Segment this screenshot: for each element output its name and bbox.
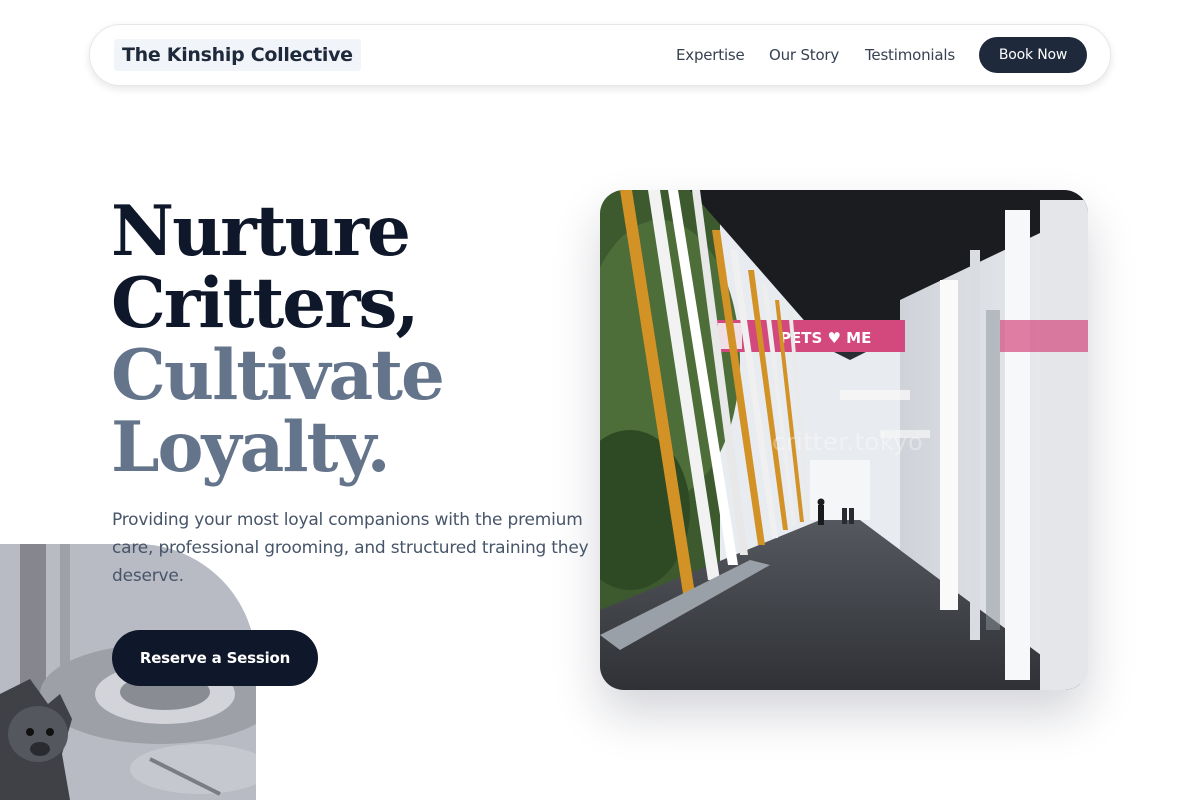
photo-watermark: critter.tokyo bbox=[772, 428, 924, 456]
brand-logo[interactable]: The Kinship Collective bbox=[114, 39, 361, 71]
top-navbar: The Kinship Collective Expertise Our Sto… bbox=[89, 24, 1111, 86]
nav-link-testimonials[interactable]: Testimonials bbox=[865, 45, 955, 65]
nav-link-our-story[interactable]: Our Story bbox=[769, 45, 839, 65]
hero-description: Providing your most loyal companions wit… bbox=[112, 510, 589, 586]
headline-line-3: Cultivate bbox=[111, 335, 445, 416]
headline-line-2: Critters, bbox=[111, 263, 419, 344]
reserve-session-button[interactable]: Reserve a Session bbox=[112, 630, 318, 686]
nav-link-expertise[interactable]: Expertise bbox=[676, 45, 745, 65]
headline-line-1: Nurture bbox=[111, 191, 411, 272]
book-now-button[interactable]: Book Now bbox=[979, 37, 1087, 73]
hero-walkway-photo: PETS ♥ ME critter.tokyo bbox=[600, 190, 1088, 690]
hero-headline: Nurture Critters, Cultivate Loyalty. bbox=[111, 196, 581, 484]
headline-line-4: Loyalty. bbox=[111, 407, 391, 488]
